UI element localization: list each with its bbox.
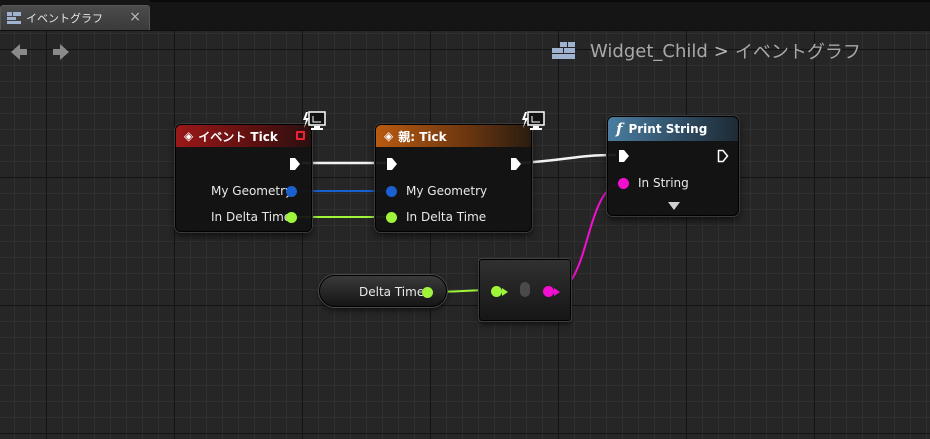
conversion-icon: [520, 282, 530, 297]
print-string-node[interactable]: f Print String In String: [607, 116, 739, 216]
delta-time-out-pin[interactable]: [422, 287, 433, 298]
breadcrumb-graph: イベントグラフ: [734, 42, 861, 63]
conversion-in-pin[interactable]: [491, 286, 502, 297]
print-string-header: f Print String: [608, 117, 738, 141]
tab-title: イベントグラフ: [26, 12, 103, 25]
print-string-in-string-label: In String: [638, 176, 689, 190]
parent-tick-title: 親: Tick: [398, 129, 447, 144]
event-tick-header: ◈ イベント Tick: [176, 125, 311, 147]
function-icon: f: [616, 120, 623, 138]
graph-canvas[interactable]: Widget_Child > イベントグラフ: [0, 30, 930, 439]
parent-tick-delta-label: In Delta Time: [406, 210, 487, 224]
event-tick-title: イベント Tick: [198, 129, 278, 144]
event-tick-geometry-label: My Geometry: [211, 184, 293, 198]
blueprint-graph-icon: [7, 12, 21, 24]
print-string-in-string-pin[interactable]: [618, 178, 629, 189]
parent-tick-delta-pin[interactable]: [386, 212, 397, 223]
tab-bar: イベントグラフ ×: [0, 0, 930, 30]
forward-arrow-icon[interactable]: [50, 41, 72, 63]
print-string-title: Print String: [628, 122, 708, 136]
delta-time-label: Delta Time: [359, 285, 425, 299]
breadcrumb-blueprint[interactable]: Widget_Child: [590, 41, 708, 62]
float-to-string-conversion-node[interactable]: [479, 259, 571, 321]
client-icon: [522, 111, 545, 130]
event-tick-delta-label: In Delta Time: [211, 210, 292, 224]
event-tick-node[interactable]: ◈ イベント Tick My Geometry In Delta Time: [175, 124, 312, 232]
tab-event-graph[interactable]: イベントグラフ ×: [0, 5, 150, 30]
breadcrumb-separator: >: [713, 40, 729, 62]
close-icon[interactable]: ×: [129, 9, 141, 25]
event-diamond-icon: ◈: [384, 129, 394, 143]
blueprint-icon: [552, 42, 575, 59]
conversion-out-arrow-icon: [554, 288, 560, 296]
breadcrumb: Widget_Child > イベントグラフ: [552, 39, 861, 63]
parent-tick-geometry-pin[interactable]: [386, 186, 397, 197]
client-icon: [303, 111, 326, 130]
event-tick-delta-pin[interactable]: [286, 212, 297, 223]
back-arrow-icon[interactable]: [8, 41, 30, 63]
event-tick-geometry-pin[interactable]: [286, 186, 297, 197]
parent-tick-header: ◈ 親: Tick: [376, 125, 531, 147]
conversion-out-pin[interactable]: [543, 286, 554, 297]
parent-tick-node[interactable]: ◈ 親: Tick My Geometry In Delta Time: [375, 124, 532, 232]
conversion-in-arrow-icon: [502, 288, 508, 296]
tab-bar-line: [150, 0, 930, 2]
expand-arrow-icon[interactable]: [668, 202, 680, 211]
event-diamond-icon: ◈: [184, 129, 194, 143]
event-delegate-pin[interactable]: [296, 131, 305, 140]
delta-time-variable-node[interactable]: Delta Time: [319, 275, 447, 307]
parent-tick-geometry-label: My Geometry: [406, 184, 488, 198]
